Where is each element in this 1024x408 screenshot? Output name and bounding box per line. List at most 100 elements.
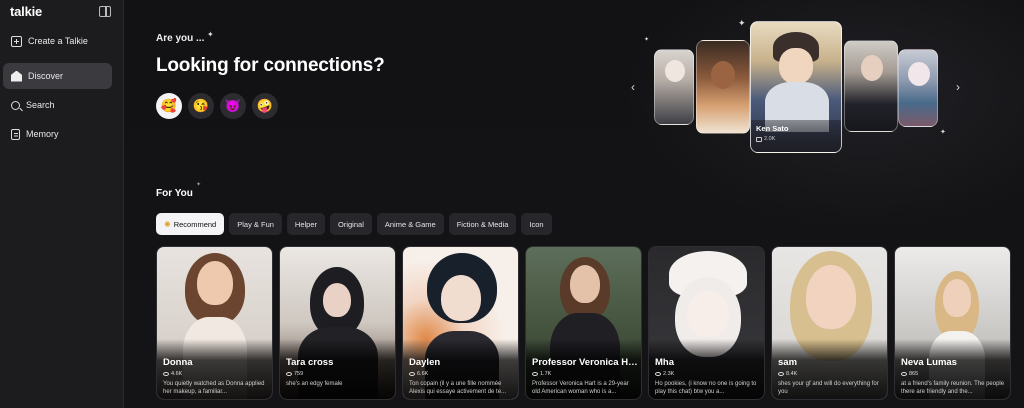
character-description: Ton copain (il y a une fille nommée Alex… bbox=[409, 381, 507, 395]
hero-eyebrow: Are you ... bbox=[156, 33, 205, 44]
character-name: Tara cross bbox=[286, 357, 334, 368]
tab-label: Recommend bbox=[173, 219, 217, 229]
character-face bbox=[687, 291, 729, 337]
character-name: sam bbox=[778, 357, 798, 368]
carousel-card[interactable] bbox=[654, 49, 694, 125]
character-card[interactable]: Mha 2.3K Ho pookies, (i know no one is g… bbox=[648, 246, 765, 400]
character-card[interactable]: Daylen 6.6K Ton copain (il y a une fille… bbox=[402, 246, 519, 400]
search-icon bbox=[11, 100, 20, 110]
mood-emoji-row: 🥰 😘 😈 🤪 bbox=[156, 93, 278, 119]
sidebar-item-search[interactable]: Search bbox=[3, 92, 112, 118]
section-title-for-you: For You bbox=[156, 188, 193, 199]
character-views-value: 2.3K bbox=[663, 371, 675, 377]
mood-emoji-button[interactable]: 🤪 bbox=[252, 93, 278, 119]
featured-count: 2.0K bbox=[756, 136, 836, 142]
featured-caption: Ken Sato 2.0K bbox=[751, 120, 841, 152]
character-face bbox=[323, 283, 351, 317]
sun-icon: ✺ bbox=[164, 219, 171, 229]
carousel-featured-card[interactable]: Ken Sato 2.0K bbox=[750, 21, 842, 153]
character-description: Professor Veronica Hart is a 29-year old… bbox=[532, 381, 629, 395]
sparkle-icon: ✦ bbox=[940, 129, 946, 136]
featured-count-value: 2.0K bbox=[764, 136, 776, 142]
tab-anime-game[interactable]: Anime & Game bbox=[376, 213, 444, 235]
character-portrait bbox=[908, 62, 930, 86]
character-views: 6.6K bbox=[409, 371, 428, 377]
eye-icon bbox=[778, 372, 784, 376]
character-face bbox=[943, 279, 971, 317]
character-views-value: 865 bbox=[909, 371, 919, 377]
character-views: 4.6K bbox=[163, 371, 182, 377]
tab-play-fun[interactable]: Play & Fun bbox=[229, 213, 282, 235]
character-card[interactable]: Neva Lumas 865 at a friend's family reun… bbox=[894, 246, 1011, 400]
sparkle-icon: ✦ bbox=[738, 18, 746, 28]
eye-icon bbox=[163, 372, 169, 376]
character-description: You quietly watched as Donna applied her… bbox=[163, 381, 265, 395]
memory-icon bbox=[11, 128, 20, 140]
tab-recommend[interactable]: ✺ Recommend bbox=[156, 213, 225, 235]
tab-icon[interactable]: Icon bbox=[521, 213, 552, 235]
tab-original[interactable]: Original bbox=[330, 213, 372, 235]
character-face bbox=[806, 265, 856, 329]
character-portrait bbox=[861, 55, 883, 81]
character-card[interactable]: sam 8.4K shes your gf and will do everyt… bbox=[771, 246, 888, 400]
character-views: 8.4K bbox=[778, 371, 797, 377]
character-portrait bbox=[711, 61, 735, 89]
character-face bbox=[197, 261, 233, 305]
character-portrait bbox=[779, 48, 813, 84]
character-views-value: 6.6K bbox=[417, 371, 429, 377]
eye-icon bbox=[286, 372, 292, 376]
sidebar-item-label: Memory bbox=[26, 129, 59, 139]
sparkle-icon: ✦ bbox=[644, 37, 650, 43]
hero-headline: Looking for connections? bbox=[156, 55, 385, 76]
character-views-value: 1.7K bbox=[540, 371, 552, 377]
sidebar-item-label: Create a Talkie bbox=[28, 36, 88, 46]
sidebar-item-create[interactable]: Create a Talkie bbox=[3, 28, 112, 54]
carousel-card[interactable] bbox=[696, 40, 750, 134]
character-card-list: Donna 4.6K You quietly watched as Donna … bbox=[156, 246, 1011, 400]
carousel-card[interactable] bbox=[844, 40, 898, 132]
sidebar-item-memory[interactable]: Memory bbox=[3, 121, 112, 147]
character-views: 2.3K bbox=[655, 371, 674, 377]
carousel-next-button[interactable]: › bbox=[951, 79, 965, 95]
mood-emoji-button[interactable]: 😈 bbox=[220, 93, 246, 119]
mood-emoji-button[interactable]: 🥰 bbox=[156, 93, 182, 119]
character-face bbox=[570, 265, 600, 303]
sidebar-item-label: Search bbox=[26, 100, 55, 110]
character-description: she's an edgy female bbox=[286, 381, 343, 387]
eye-icon bbox=[901, 372, 907, 376]
sparkle-icon: ✦ bbox=[196, 182, 202, 188]
character-name: Daylen bbox=[409, 357, 441, 368]
character-name: Professor Veronica Hart bbox=[532, 357, 638, 368]
eye-icon bbox=[409, 372, 415, 376]
character-face bbox=[441, 275, 481, 321]
character-description: Ho pookies, (i know no one is going to p… bbox=[655, 381, 757, 395]
chat-icon bbox=[756, 136, 762, 142]
eye-icon bbox=[532, 372, 538, 376]
character-name: Mha bbox=[655, 357, 674, 368]
home-icon bbox=[11, 70, 22, 82]
tab-helper[interactable]: Helper bbox=[286, 213, 326, 235]
sidebar-item-discover[interactable]: Discover bbox=[3, 63, 112, 89]
character-card[interactable]: Professor Veronica Hart 1.7K Professor V… bbox=[525, 246, 642, 400]
carousel-prev-button[interactable]: ‹ bbox=[626, 79, 640, 95]
tab-fiction-media[interactable]: Fiction & Media bbox=[448, 213, 517, 235]
collapse-sidebar-icon[interactable] bbox=[99, 6, 111, 17]
sparkle-icon: ✦ bbox=[207, 30, 214, 39]
character-card[interactable]: Tara cross 759 she's an edgy female bbox=[279, 246, 396, 400]
category-tabs: ✺ Recommend Play & Fun Helper Original A… bbox=[156, 213, 552, 235]
character-name: Neva Lumas bbox=[901, 357, 957, 368]
character-views: 1.7K bbox=[532, 371, 551, 377]
character-name: Donna bbox=[163, 357, 193, 368]
character-views-value: 4.6K bbox=[171, 371, 183, 377]
plus-square-icon bbox=[11, 35, 22, 47]
character-views-value: 8.4K bbox=[786, 371, 798, 377]
eye-icon bbox=[655, 372, 661, 376]
character-views: 759 bbox=[286, 371, 303, 377]
mood-emoji-button[interactable]: 😘 bbox=[188, 93, 214, 119]
sidebar: talkie Create a Talkie Discover Search M… bbox=[0, 0, 124, 408]
app-root: talkie Create a Talkie Discover Search M… bbox=[0, 0, 1024, 408]
sidebar-item-label: Discover bbox=[28, 71, 64, 81]
app-logo[interactable]: talkie bbox=[10, 4, 42, 19]
carousel-card[interactable] bbox=[898, 49, 938, 127]
character-card[interactable]: Donna 4.6K You quietly watched as Donna … bbox=[156, 246, 273, 400]
